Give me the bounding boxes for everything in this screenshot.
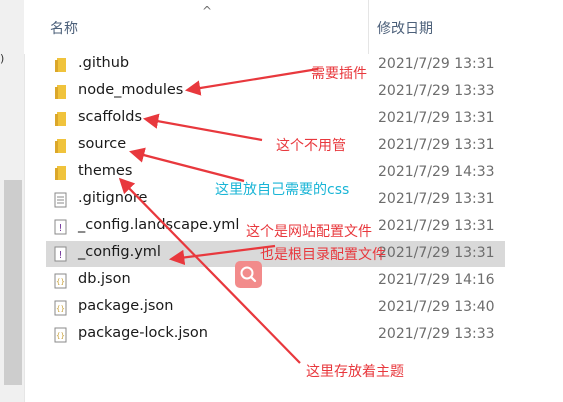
note-node-modules: 需要插件 xyxy=(311,66,367,82)
yml-file-icon: ! xyxy=(54,246,67,262)
file-name: db.json xyxy=(78,271,131,287)
file-date: 2021/7/29 13:31 xyxy=(378,137,495,153)
file-date: 2021/7/29 13:31 xyxy=(378,191,495,207)
file-date: 2021/7/29 13:33 xyxy=(378,326,495,342)
file-date: 2021/7/29 13:31 xyxy=(378,56,495,72)
svg-text:{}: {} xyxy=(56,332,65,340)
file-row-package-json[interactable]: {} package.json 2021/7/29 13:40 xyxy=(46,295,505,321)
file-date: 2021/7/29 14:33 xyxy=(378,164,495,180)
file-row-scaffolds[interactable]: scaffolds 2021/7/29 13:31 xyxy=(46,106,505,132)
svg-text:{}: {} xyxy=(56,305,65,313)
file-explorer: ) 名称 ^ 修改日期 .github 2021/7/29 13:31 node… xyxy=(0,0,563,402)
json-file-icon: {} xyxy=(54,273,67,289)
file-name: themes xyxy=(78,163,133,179)
column-divider[interactable] xyxy=(368,0,369,54)
file-name: _config.landscape.yml xyxy=(78,217,240,233)
note-source: 这里放自己需要的css xyxy=(215,182,350,198)
yml-file-icon: ! xyxy=(54,219,67,235)
file-date: 2021/7/29 13:31 xyxy=(378,245,495,261)
search-icon xyxy=(240,266,257,283)
text-file-icon xyxy=(54,192,67,208)
date-column-header[interactable]: 修改日期 xyxy=(377,18,433,38)
name-column-header[interactable]: 名称 xyxy=(50,18,78,38)
scrollbar-thumb[interactable] xyxy=(4,180,22,385)
search-badge[interactable] xyxy=(235,261,262,288)
file-date: 2021/7/29 13:33 xyxy=(378,83,495,99)
file-name: scaffolds xyxy=(78,109,143,125)
note-config-line1: 这个是网站配置文件 xyxy=(246,224,372,240)
file-row-node-modules[interactable]: node_modules 2021/7/29 13:33 xyxy=(46,79,505,105)
file-date: 2021/7/29 13:40 xyxy=(378,299,495,315)
folder-icon xyxy=(55,58,66,72)
column-header: 名称 ^ 修改日期 xyxy=(24,0,563,54)
file-row-package-lock[interactable]: {} package-lock.json 2021/7/29 13:33 xyxy=(46,322,505,348)
file-date: 2021/7/29 13:31 xyxy=(378,218,495,234)
svg-text:{}: {} xyxy=(56,278,65,286)
note-themes: 这里存放着主题 xyxy=(306,364,404,380)
folder-icon xyxy=(55,85,66,99)
file-name: node_modules xyxy=(78,82,184,98)
file-date: 2021/7/29 14:16 xyxy=(378,272,495,288)
file-name: package.json xyxy=(78,298,174,314)
navigation-pane: ) xyxy=(0,0,25,402)
file-date: 2021/7/29 13:31 xyxy=(378,110,495,126)
nav-edge-text: ) xyxy=(0,52,5,65)
note-scaffolds: 这个不用管 xyxy=(276,138,346,154)
note-config-line2: 也是根目录配置文件 xyxy=(260,247,386,263)
file-row-db-json[interactable]: {} db.json 2021/7/29 14:16 xyxy=(46,268,505,294)
svg-text:!: ! xyxy=(58,250,62,261)
folder-icon xyxy=(55,166,66,180)
folder-icon xyxy=(55,112,66,126)
file-name: .github xyxy=(78,55,130,71)
svg-text:!: ! xyxy=(58,223,62,234)
file-name: package-lock.json xyxy=(78,325,208,341)
file-name: source xyxy=(78,136,127,152)
file-name: .gitignore xyxy=(78,190,148,206)
file-name: _config.yml xyxy=(78,244,161,260)
json-file-icon: {} xyxy=(54,300,67,316)
folder-icon xyxy=(55,139,66,153)
sort-ascending-icon: ^ xyxy=(202,4,213,18)
file-row-github[interactable]: .github 2021/7/29 13:31 xyxy=(46,52,505,78)
json-file-icon: {} xyxy=(54,327,67,343)
